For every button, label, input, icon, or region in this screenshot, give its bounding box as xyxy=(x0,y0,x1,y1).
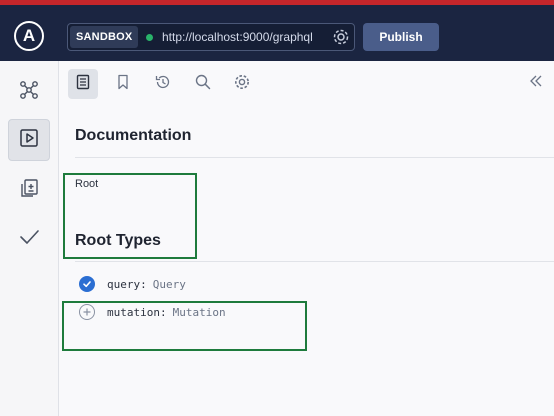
endpoint-url-box[interactable]: SANDBOX http://localhost:9000/graphql xyxy=(67,23,355,51)
tool-settings[interactable] xyxy=(227,69,257,99)
diff-icon xyxy=(18,177,40,204)
apollo-logo[interactable]: A xyxy=(14,21,44,51)
connection-status-dot xyxy=(146,34,153,41)
nav-validate[interactable] xyxy=(8,218,50,260)
header-bar: A SANDBOX http://localhost:9000/graphql … xyxy=(0,5,554,61)
history-icon xyxy=(154,73,172,96)
sandbox-badge: SANDBOX xyxy=(70,26,139,48)
highlight-box-root xyxy=(63,173,197,259)
gear-icon xyxy=(233,73,251,96)
search-icon xyxy=(194,73,212,96)
docs-toolbar xyxy=(59,61,554,105)
tool-documentation[interactable] xyxy=(68,69,98,99)
schema-icon xyxy=(18,79,40,106)
field-name: query: xyxy=(107,277,147,291)
checkmark-icon xyxy=(18,226,40,253)
field-row-query[interactable]: query: Query xyxy=(79,275,186,293)
left-nav xyxy=(0,61,59,416)
gear-icon[interactable] xyxy=(332,28,350,46)
publish-button[interactable]: Publish xyxy=(363,23,439,51)
nav-checks[interactable] xyxy=(8,169,50,211)
endpoint-url[interactable]: http://localhost:9000/graphql xyxy=(162,24,313,50)
divider xyxy=(75,261,554,262)
bookmark-icon xyxy=(115,74,131,95)
double-chevron-left-icon xyxy=(528,73,544,94)
tool-search[interactable] xyxy=(188,69,218,99)
checked-circle-icon[interactable] xyxy=(79,276,95,292)
collapse-panel-button[interactable] xyxy=(522,69,550,97)
field-type-link[interactable]: Query xyxy=(153,278,186,291)
divider xyxy=(75,157,554,158)
tool-history[interactable] xyxy=(148,69,178,99)
tool-bookmarks[interactable] xyxy=(108,69,138,99)
page-title: Documentation xyxy=(75,127,192,144)
nav-schema[interactable] xyxy=(8,71,50,113)
play-icon xyxy=(18,127,40,154)
documentation-icon xyxy=(75,74,91,95)
nav-explorer[interactable] xyxy=(8,119,50,161)
highlight-box-mutation xyxy=(62,301,307,351)
